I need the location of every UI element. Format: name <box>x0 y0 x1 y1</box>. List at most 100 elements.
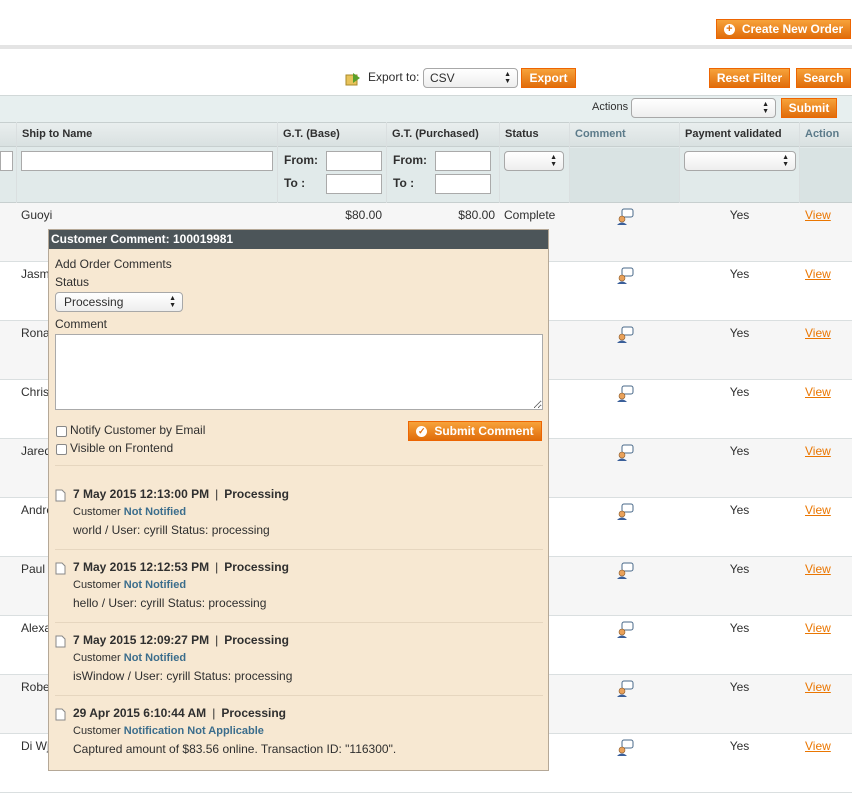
status-filter-select[interactable]: ▲ ▼ <box>504 151 564 171</box>
comment-bubble-icon[interactable] <box>616 208 634 226</box>
history-date: 7 May 2015 12:13:00 PM <box>73 487 210 501</box>
ship-to-name-cell: Robe <box>21 680 50 694</box>
search-button-label: Search <box>803 71 844 85</box>
select-arrows-icon: ▲ ▼ <box>169 295 176 309</box>
export-button-label: Export <box>529 71 568 85</box>
document-icon <box>55 562 66 575</box>
history-status: Processing <box>221 706 287 720</box>
payment-validated-cell: Yes <box>729 444 750 458</box>
base-to-input[interactable] <box>326 174 382 194</box>
purchased-from-input[interactable] <box>435 151 491 171</box>
view-order-link[interactable]: View <box>805 739 831 753</box>
base-from-input[interactable] <box>326 151 382 171</box>
payment-validated-cell: Yes <box>729 503 750 517</box>
ship-to-name-cell: Di Wj <box>21 739 50 753</box>
history-separator: | <box>215 560 219 574</box>
history-date: 7 May 2015 12:12:53 PM <box>73 560 210 574</box>
customer-label: Customer <box>73 506 121 518</box>
view-order-link[interactable]: View <box>805 208 831 222</box>
history-divider <box>55 465 543 466</box>
comment-bubble-icon[interactable] <box>616 326 634 344</box>
comment-textarea[interactable] <box>55 334 543 410</box>
col-status[interactable]: Status <box>500 122 569 147</box>
history-header: 7 May 2015 12:12:53 PM | Processing <box>73 560 289 574</box>
create-new-order-button[interactable]: + Create New Order <box>716 19 851 39</box>
comment-bubble-icon[interactable] <box>616 562 634 580</box>
ship-to-name-cell: Alexa <box>21 621 52 635</box>
view-order-link[interactable]: View <box>805 444 831 458</box>
notify-customer-label: Notify Customer by Email <box>70 423 206 437</box>
select-arrows-icon: ▲ ▼ <box>782 154 789 168</box>
col-gt-purchased[interactable]: G.T. (Purchased) <box>387 122 499 147</box>
action-filter-cell <box>800 148 852 202</box>
history-notification: Customer Not Notified <box>73 506 186 518</box>
view-order-link[interactable]: View <box>805 326 831 340</box>
view-order-link[interactable]: View <box>805 621 831 635</box>
actions-select[interactable]: ▲ ▼ <box>631 98 776 118</box>
select-arrows-icon: ▲ ▼ <box>550 154 557 168</box>
history-notification: Customer Not Notified <box>73 652 186 664</box>
col-ship-to-name[interactable]: Ship to Name <box>17 122 277 147</box>
notification-status: Not Notified <box>123 579 187 591</box>
search-button[interactable]: Search <box>796 68 851 88</box>
payment-filter-select[interactable]: ▲ ▼ <box>684 151 796 171</box>
comment-bubble-icon[interactable] <box>616 739 634 757</box>
comment-label: Comment <box>55 317 108 331</box>
comment-bubble-icon[interactable] <box>616 385 634 403</box>
add-comments-heading: Add Order Comments <box>55 257 172 271</box>
reset-filter-label: Reset Filter <box>716 71 783 85</box>
status-label: Status <box>55 275 90 289</box>
payment-validated-cell: Yes <box>729 208 750 222</box>
base-from-label: From: <box>284 153 318 167</box>
payment-validated-cell: Yes <box>729 267 750 281</box>
comment-bubble-icon[interactable] <box>616 621 634 639</box>
reset-filter-button[interactable]: Reset Filter <box>709 68 790 88</box>
customer-comment-popup: Customer Comment: 100019981 Add Order Co… <box>48 229 549 771</box>
document-icon <box>55 489 66 502</box>
view-order-link[interactable]: View <box>805 562 831 576</box>
submit-comment-button[interactable]: ✓ Submit Comment <box>408 421 542 441</box>
col-comment: Comment <box>575 128 626 140</box>
comment-bubble-icon[interactable] <box>616 444 634 462</box>
status-cell: Complete <box>504 208 556 222</box>
select-arrows-icon: ▲ ▼ <box>762 101 769 115</box>
filter-input-partial[interactable] <box>0 151 13 171</box>
history-header: 7 May 2015 12:09:27 PM | Processing <box>73 633 289 647</box>
view-order-link[interactable]: View <box>805 503 831 517</box>
payment-validated-cell: Yes <box>729 562 750 576</box>
visible-frontend-checkbox[interactable] <box>56 444 67 455</box>
col-gt-base[interactable]: G.T. (Base) <box>278 122 386 147</box>
export-format-select[interactable]: CSV ▲ ▼ <box>423 68 518 88</box>
comment-bubble-icon[interactable] <box>616 267 634 285</box>
check-circle-icon: ✓ <box>416 425 428 437</box>
export-format-value: CSV <box>430 71 455 85</box>
purchased-to-input[interactable] <box>435 174 491 194</box>
history-divider <box>55 622 543 623</box>
col-payment-validated[interactable]: Payment validated <box>680 122 799 147</box>
export-icon <box>345 73 360 86</box>
history-divider <box>55 549 543 550</box>
payment-validated-cell: Yes <box>729 680 750 694</box>
ship-to-name-cell: Paul <box>21 562 46 576</box>
history-status: Processing <box>224 633 289 647</box>
notification-status: Not Notified <box>123 652 187 664</box>
history-separator: | <box>215 633 219 647</box>
view-order-link[interactable]: View <box>805 267 831 281</box>
notify-customer-checkbox[interactable] <box>56 426 67 437</box>
view-order-link[interactable]: View <box>805 385 831 399</box>
history-separator: | <box>212 706 216 720</box>
view-order-link[interactable]: View <box>805 680 831 694</box>
payment-validated-cell: Yes <box>729 739 750 753</box>
export-button[interactable]: Export <box>521 68 576 88</box>
customer-label: Customer <box>73 725 121 737</box>
base-to-label: To : <box>284 176 306 190</box>
mass-submit-button[interactable]: Submit <box>781 98 837 118</box>
payment-validated-cell: Yes <box>729 385 750 399</box>
comment-status-select[interactable]: Processing ▲ ▼ <box>55 292 183 312</box>
create-order-label: Create New Order <box>741 22 844 36</box>
submit-comment-label: Submit Comment <box>434 424 534 438</box>
comment-bubble-icon[interactable] <box>616 503 634 521</box>
ship-to-name-filter[interactable] <box>21 151 273 171</box>
comment-bubble-icon[interactable] <box>616 680 634 698</box>
customer-label: Customer <box>73 579 121 591</box>
